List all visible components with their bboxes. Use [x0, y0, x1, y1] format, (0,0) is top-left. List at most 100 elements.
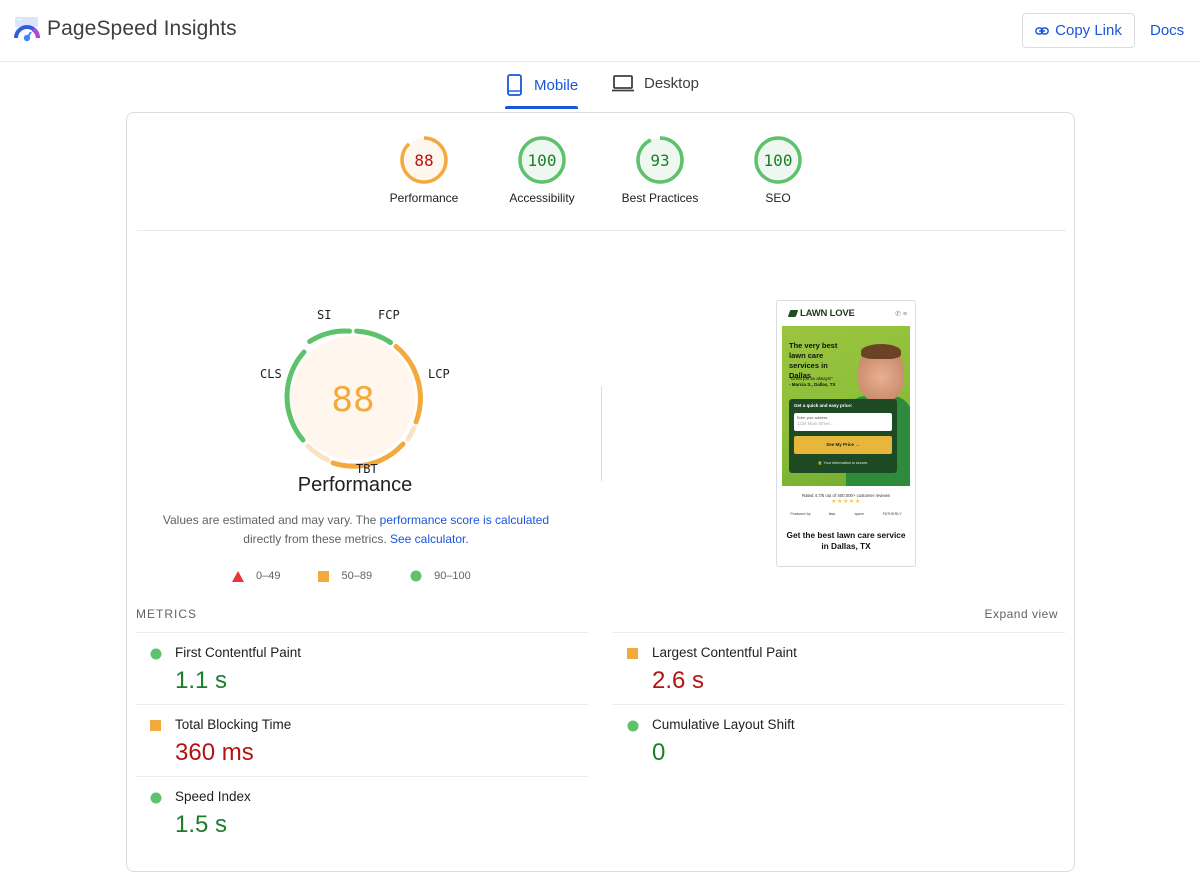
metric-value: 1.5 s — [175, 811, 228, 838]
performance-gauge: 88 — [284, 328, 423, 469]
metric-cls: Cumulative Layout Shift 0 — [613, 704, 1065, 776]
see-price-button: See My Price → — [794, 436, 892, 454]
leaf-icon — [787, 310, 799, 317]
metric-name: Cumulative Layout Shift — [652, 717, 795, 732]
final-screenshot[interactable]: LAWN LOVE ✆ ≡ The very best lawn care se… — [776, 300, 916, 567]
quote-author: - Marcia S., Dallas, TX — [789, 382, 836, 387]
gauge-score: 93 — [650, 151, 669, 170]
metric-value: 0 — [652, 739, 666, 766]
screenshot-cta: Get the best lawn care service in Dallas… — [786, 530, 906, 551]
gauge-segment-lcp-remaining — [405, 425, 417, 442]
gauge-label: Best Practices — [621, 191, 699, 205]
form-label: Get a quick and easy price: — [794, 403, 853, 408]
person-hair — [861, 344, 901, 359]
gauge-label: SEO — [765, 191, 791, 205]
tab-desktop[interactable]: Desktop — [612, 74, 699, 92]
gauge-ring: 88 — [400, 136, 448, 184]
gauge-label: Accessibility — [509, 191, 575, 205]
metrics-column-right: Largest Contentful Paint 2.6 s Cumulativ… — [613, 632, 1065, 776]
active-tab-indicator — [505, 106, 578, 109]
note-text: Values are estimated and may vary. The — [162, 513, 380, 527]
tab-mobile[interactable]: Mobile — [506, 74, 578, 96]
brand[interactable]: PageSpeed Insights — [14, 16, 237, 42]
gauge-label-lcp: LCP — [428, 367, 450, 381]
address-placeholder: 1234 Main Street... — [797, 421, 834, 426]
gauge-best-practices[interactable]: 93 Best Practices — [610, 135, 710, 205]
divider — [137, 230, 1066, 231]
secure-note: 🔒 Your information is secure. — [817, 461, 869, 465]
docs-link[interactable]: Docs — [1150, 22, 1184, 39]
address-input: Enter your address 1234 Main Street... — [794, 413, 892, 431]
average-square-icon — [627, 648, 638, 659]
metric-name: Largest Contentful Paint — [652, 645, 797, 660]
featured-logo: Inc. — [829, 512, 836, 516]
gauge-score: 100 — [764, 151, 793, 170]
good-circle-icon — [150, 792, 162, 804]
featured-label: Featured by — [790, 512, 811, 516]
screenshot-form: Get a quick and easy price: Enter your a… — [789, 399, 897, 473]
vertical-divider — [601, 386, 602, 481]
screenshot-hero: The very best lawn care services in Dall… — [782, 326, 910, 486]
quote-text: "Great job as always!" — [789, 376, 833, 381]
good-circle-icon — [627, 720, 639, 732]
triangle-icon — [232, 570, 244, 582]
gauge-label-fcp: FCP — [378, 308, 400, 322]
gauge-label: Performance — [389, 191, 459, 205]
gauge-ring: 100 — [518, 136, 566, 184]
metric-tbt: Total Blocking Time 360 ms — [136, 704, 588, 776]
expand-view-button[interactable]: Expand view — [984, 607, 1058, 621]
metrics-column-left: First Contentful Paint 1.1 s Total Block… — [136, 632, 588, 848]
top-bar: PageSpeed Insights Copy Link Docs — [0, 0, 1200, 62]
address-label: Enter your address — [797, 416, 828, 420]
copy-link-button[interactable]: Copy Link — [1022, 13, 1135, 48]
square-icon — [318, 570, 330, 582]
metric-name: Speed Index — [175, 789, 251, 804]
legend-range: 0–49 — [256, 570, 281, 582]
gauge-label-cls: CLS — [260, 367, 282, 381]
star-rating: ★★★★★ — [831, 499, 861, 505]
device-tabs: Mobile Desktop — [0, 62, 1200, 110]
note-text-2: directly from these metrics. — [243, 532, 390, 546]
circle-icon — [410, 570, 422, 582]
legend-good: 90–100 — [410, 570, 471, 582]
featured-logo: FATHERLY — [882, 512, 902, 516]
gauge-accessibility[interactable]: 100 Accessibility — [492, 135, 592, 205]
report-card: 88 Performance 100 Accessibility 93 Best… — [126, 112, 1075, 872]
copy-link-label: Copy Link — [1055, 22, 1122, 39]
gauge-ring: 100 — [754, 136, 802, 184]
see-calculator-link[interactable]: See calculator. — [390, 532, 469, 546]
gauge-ring: 93 — [636, 136, 684, 184]
score-calculated-link[interactable]: performance score is calculated — [380, 513, 549, 527]
metric-name: Total Blocking Time — [175, 717, 292, 732]
legend-poor: 0–49 — [232, 570, 280, 582]
brand-text: LAWN LOVE — [800, 308, 855, 319]
tab-desktop-label: Desktop — [644, 74, 700, 92]
laptop-icon — [612, 74, 634, 92]
good-circle-icon — [150, 648, 162, 660]
gauge-performance[interactable]: 88 Performance — [374, 135, 474, 205]
featured-logo: apsnr — [854, 512, 864, 516]
performance-score: 88 — [331, 380, 374, 420]
link-icon — [1035, 26, 1050, 36]
gauge-score: 100 — [528, 151, 557, 170]
gauge-label-si: SI — [317, 308, 332, 322]
score-legend: 0–49 50–89 90–100 — [232, 570, 509, 582]
app-title: PageSpeed Insights — [47, 17, 237, 40]
legend-range: 50–89 — [341, 570, 373, 582]
legend-average: 50–89 — [318, 570, 372, 582]
average-square-icon — [150, 720, 161, 731]
gauge-score: 88 — [414, 151, 433, 170]
pagespeed-logo-icon — [14, 16, 40, 42]
metric-value: 360 ms — [175, 739, 254, 766]
metric-name: First Contentful Paint — [175, 645, 302, 660]
gauge-seo[interactable]: 100 SEO — [728, 135, 828, 205]
screenshot-brand: LAWN LOVE — [787, 308, 855, 319]
metric-value: 2.6 s — [652, 667, 705, 694]
performance-note: Values are estimated and may vary. The p… — [147, 511, 565, 549]
smartphone-icon — [506, 74, 524, 96]
metric-si: Speed Index 1.5 s — [136, 776, 588, 848]
phone-menu-icons: ✆ ≡ — [895, 310, 907, 318]
featured-logos: Featured by Inc. apsnr FATHERLY — [777, 512, 915, 516]
metric-lcp: Largest Contentful Paint 2.6 s — [613, 632, 1065, 704]
screenshot-headline: The very best lawn care services in Dall… — [789, 341, 838, 380]
